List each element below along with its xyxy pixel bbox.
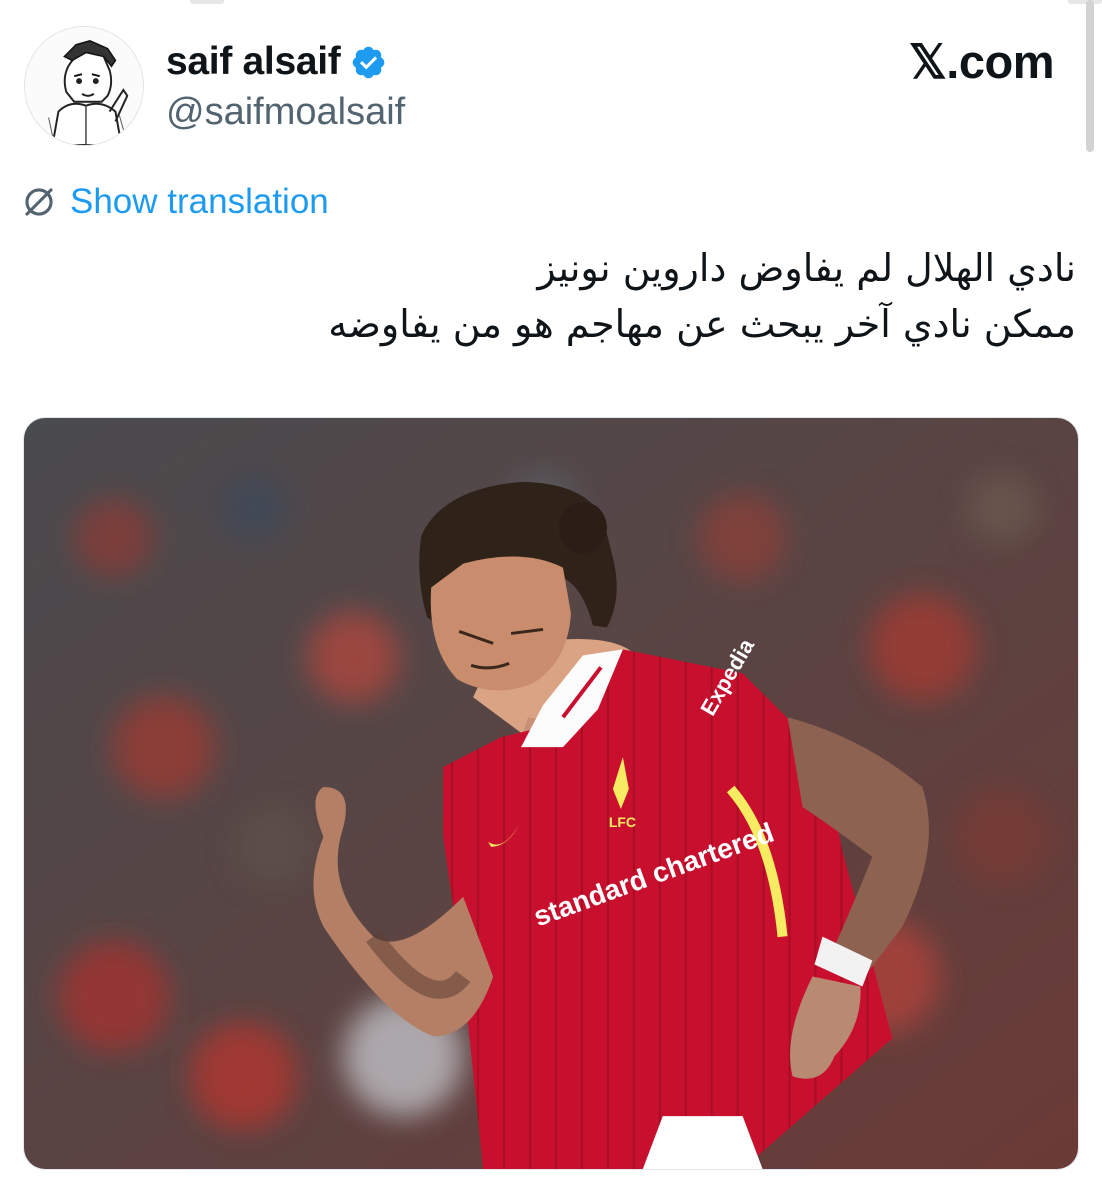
avatar[interactable] xyxy=(24,26,144,146)
tweet-text-line-2: ممكن نادي آخر يبحث عن مهاجم هو من يفاوضه xyxy=(328,302,1076,346)
avatar-sketch xyxy=(25,27,143,145)
scrollbar[interactable] xyxy=(1086,0,1094,152)
clipped-element xyxy=(1068,0,1102,4)
clipped-element xyxy=(190,0,224,4)
show-translation-link[interactable]: Show translation xyxy=(22,180,329,224)
top-strip xyxy=(0,0,1102,6)
show-translation-label[interactable]: Show translation xyxy=(70,180,329,224)
x-com-logo: 𝕏.com xyxy=(908,35,1055,88)
football-player-photo: LFC standard chartered Expedia xyxy=(24,418,1078,1169)
globe-strike-icon xyxy=(25,188,53,216)
author-name-row[interactable]: saif alsaif xyxy=(166,40,387,84)
verified-badge-icon xyxy=(353,46,385,78)
display-name[interactable]: saif alsaif xyxy=(166,40,341,84)
author-handle[interactable]: @saifmoalsaif xyxy=(166,90,405,134)
tweet-media-photo[interactable]: LFC standard chartered Expedia xyxy=(23,417,1079,1170)
lfc-crest-text: LFC xyxy=(609,814,636,830)
tweet-text: نادي الهلال لم يفاوض داروين نونيز ممكن ن… xyxy=(76,240,1076,352)
tweet-text-line-1: نادي الهلال لم يفاوض داروين نونيز xyxy=(537,246,1076,290)
